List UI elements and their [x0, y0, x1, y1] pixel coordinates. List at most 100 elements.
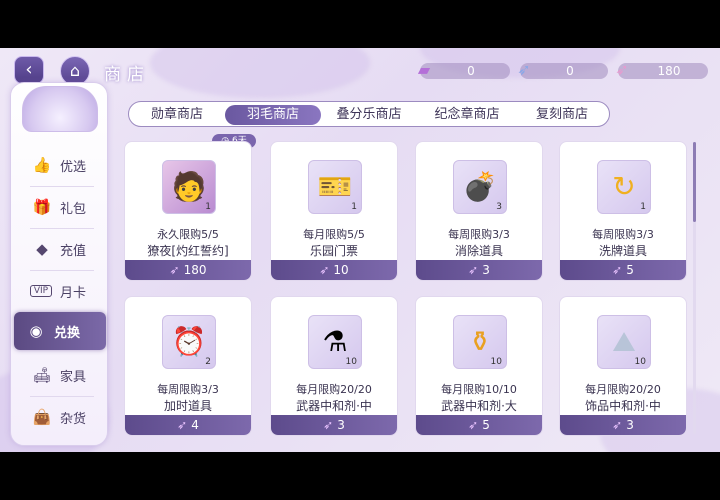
item-purchase-limit: 每月限购20/20: [585, 383, 661, 396]
currency-ticket: ▰ 0: [418, 60, 510, 79]
item-price-value: 10: [333, 263, 349, 277]
item-quantity: 1: [205, 202, 211, 212]
shop-item-card[interactable]: ↻ 1 每周限购3/3 洗牌道具 ➶ 5: [559, 141, 687, 281]
tab-rerun-shop[interactable]: 复刻商店: [519, 105, 605, 125]
shop-item-card[interactable]: ⚗ 10 每月限购20/20 武器中和剂·中 ➶ 3: [270, 296, 398, 436]
item-purchase-limit: 每月限购10/10: [441, 383, 517, 396]
item-name: 獠夜[灼红誓约]: [147, 244, 229, 258]
nav-item-label: 优选: [60, 160, 87, 175]
nav-divider: [30, 396, 94, 397]
back-button[interactable]: ‹: [14, 56, 44, 84]
currency-feather-blue: ➶ 0: [517, 60, 608, 79]
feather-icon: ➶: [468, 263, 479, 277]
tab-memorial-shop[interactable]: 纪念章商店: [421, 105, 513, 125]
vip-card-icon: VIP: [30, 285, 52, 297]
feather-blue-icon: ➶: [517, 60, 531, 79]
item-price[interactable]: ➶ 3: [560, 415, 686, 435]
back-arrow-icon: ‹: [25, 59, 33, 80]
item-price[interactable]: ➶ 4: [125, 415, 251, 435]
shop-item-card[interactable]: ⚱ 10 每月限购10/10 武器中和剂·大 ➶ 5: [415, 296, 543, 436]
item-thumbnail: ⚗ 10: [308, 315, 362, 369]
item-thumbnail: 🧑 1: [162, 160, 216, 214]
tab-feather-shop[interactable]: 羽毛商店: [225, 105, 321, 125]
diamond-icon: ◆: [36, 240, 48, 258]
shop-item-card[interactable]: 🧑 1 永久限购5/5 獠夜[灼红誓约] ➶ 180: [124, 141, 252, 281]
item-price[interactable]: ➶ 180: [125, 260, 251, 280]
item-name: 武器中和剂·大: [441, 399, 517, 413]
item-price-value: 3: [337, 418, 345, 432]
shop-tabs: 勋章商店 羽毛商店 叠分乐商店 纪念章商店 复刻商店: [128, 101, 610, 127]
item-price-value: 5: [482, 418, 490, 432]
item-thumbnail: ⏰ 2: [162, 315, 216, 369]
nav-item-packs[interactable]: 🎁 礼包: [20, 188, 102, 226]
nav-item-featured[interactable]: 👍 优选: [20, 146, 102, 184]
item-purchase-limit: 每周限购3/3: [592, 228, 654, 241]
item-purchase-limit: 每周限购3/3: [157, 383, 219, 396]
currency-feather-pink: ➶ 180: [615, 60, 708, 79]
item-price[interactable]: ➶ 5: [560, 260, 686, 280]
item-price[interactable]: ➶ 3: [271, 415, 397, 435]
shop-item-card[interactable]: 💣 3 每周限购3/3 消除道具 ➶ 3: [415, 141, 543, 281]
item-thumbnail: ⚱ 10: [453, 315, 507, 369]
tab-stack-shop[interactable]: 叠分乐商店: [327, 105, 411, 125]
shop-item-card[interactable]: 🎫 1 每月限购5/5 乐园门票 ➶ 10: [270, 141, 398, 281]
ticket-icon: ▰: [417, 60, 431, 79]
nav-item-label: 充值: [60, 244, 87, 259]
currency-feather-pink-value: 180: [657, 64, 681, 78]
nav-divider: [30, 228, 94, 229]
item-thumbnail: 🎫 1: [308, 160, 362, 214]
item-quantity: 2: [205, 357, 211, 367]
shop-item-card[interactable]: ⏰ 2 每周限购3/3 加时道具 ➶ 4: [124, 296, 252, 436]
item-price[interactable]: ➶ 3: [416, 260, 542, 280]
exchange-icon: ◉: [29, 322, 43, 340]
nav-item-label: 礼包: [60, 202, 87, 217]
item-purchase-limit: 每周限购3/3: [448, 228, 510, 241]
item-quantity: 10: [345, 357, 357, 367]
item-price[interactable]: ➶ 5: [416, 415, 542, 435]
nav-ornament-icon: [22, 86, 98, 132]
item-quantity: 1: [640, 202, 646, 212]
feather-icon: ➶: [319, 263, 330, 277]
nav-item-label: 杂货: [60, 412, 87, 427]
item-name: 武器中和剂·中: [296, 399, 372, 413]
nav-divider: [30, 270, 94, 271]
item-quantity: 10: [634, 357, 646, 367]
item-name: 加时道具: [163, 399, 212, 413]
item-thumbnail: ↻ 1: [597, 160, 651, 214]
scrollbar-thumb[interactable]: [693, 142, 696, 222]
nav-item-recharge[interactable]: ◆ 充值: [20, 230, 102, 268]
item-thumbnail: ⛰ 10: [597, 315, 651, 369]
nav-item-monthly-card[interactable]: VIP 月卡: [20, 272, 102, 310]
feather-icon: ➶: [169, 263, 180, 277]
item-purchase-limit: 每月限购20/20: [296, 383, 372, 396]
feather-icon: ➶: [612, 418, 623, 432]
item-quantity: 10: [490, 357, 502, 367]
item-price-value: 4: [191, 418, 199, 432]
feather-icon: ➶: [323, 418, 334, 432]
nav-item-furniture[interactable]: 🛋 家具: [20, 356, 102, 394]
item-name: 洗牌道具: [598, 244, 647, 258]
item-name: 乐园门票: [309, 244, 358, 258]
nav-divider: [30, 186, 94, 187]
feather-pink-icon: ➶: [615, 60, 629, 79]
item-purchase-limit: 每月限购5/5: [303, 228, 365, 241]
item-price-value: 3: [482, 263, 490, 277]
nav-item-goods[interactable]: 👜 杂货: [20, 398, 102, 436]
page-title: 商店: [104, 65, 150, 85]
shop-item-card[interactable]: ⛰ 10 每月限购20/20 饰品中和剂·中 ➶ 3: [559, 296, 687, 436]
tab-medal-shop[interactable]: 勋章商店: [137, 105, 217, 125]
nav-item-label: 家具: [60, 370, 87, 385]
nav-item-label: 兑换: [54, 326, 81, 341]
item-quantity: 1: [351, 202, 357, 212]
item-thumbnail: 💣 3: [453, 160, 507, 214]
thumbs-up-icon: 👍: [32, 156, 52, 174]
gift-icon: 🎁: [32, 198, 52, 216]
item-name: 消除道具: [454, 244, 503, 258]
bag-icon: 👜: [32, 408, 52, 426]
item-quantity: 3: [496, 202, 502, 212]
item-price[interactable]: ➶ 10: [271, 260, 397, 280]
sofa-icon: 🛋: [32, 366, 52, 384]
item-price-value: 180: [183, 263, 207, 277]
nav-item-exchange[interactable]: ◉ 兑换: [14, 312, 106, 350]
item-name: 饰品中和剂·中: [585, 399, 661, 413]
